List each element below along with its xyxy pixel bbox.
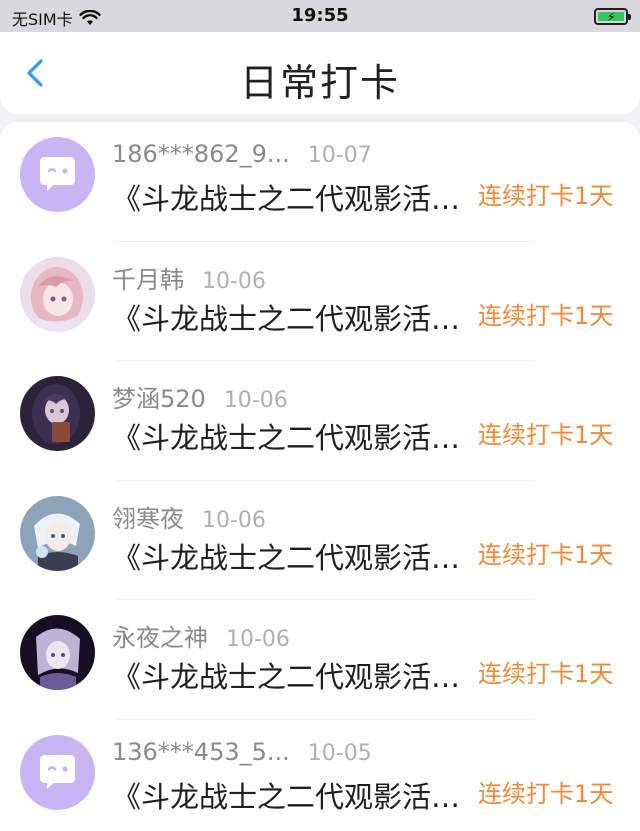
avatar[interactable] [20, 734, 95, 810]
avatar[interactable] [20, 256, 95, 332]
checkin-date: 10-06 [226, 627, 290, 652]
list-item[interactable]: 梦涵520 10-06 《斗龙战士之二代观影活动》 连续打卡1天 [0, 361, 640, 481]
status-bar: 无SIM卡 19:55 ⚡ [0, 0, 640, 32]
activity-title: 《斗龙战士之二代观影活动》 [112, 182, 474, 216]
clock: 19:55 [291, 5, 349, 26]
avatar[interactable] [20, 495, 95, 571]
activity-title: 《斗龙战士之二代观影活动》 [112, 540, 474, 575]
streak-badge: 连续打卡1天 [478, 779, 614, 808]
default-chat-avatar-icon [20, 137, 95, 212]
activity-title: 《斗龙战士之二代观影活动》 [112, 421, 474, 455]
user-name: 梦涵520 [112, 385, 206, 413]
list-item[interactable]: 千月韩 10-06 《斗龙战士之二代观影活动》 连续打卡1天 [0, 242, 640, 361]
streak-badge: 连续打卡1天 [478, 540, 614, 569]
user-name: 翎寒夜 [112, 504, 184, 533]
default-chat-avatar-icon [20, 734, 95, 810]
streak-badge: 连续打卡1天 [478, 182, 614, 210]
user-name: 千月韩 [112, 265, 184, 294]
avatar[interactable] [20, 615, 95, 690]
activity-title: 《斗龙战士之二代观影活动》 [112, 779, 474, 814]
page-title: 日常打卡 [239, 61, 400, 105]
checkin-date: 10-06 [202, 268, 266, 294]
list-item[interactable]: 翎寒夜 10-06 《斗龙战士之二代观影活动》 连续打卡1天 [0, 481, 640, 600]
charging-bolt-icon: ⚡ [607, 10, 616, 24]
list-item[interactable]: 186***862_9... 10-07 《斗龙战士之二代观影活动》 连续打卡1… [0, 122, 640, 242]
user-name: 136***453_5... [112, 737, 290, 766]
checkin-list: 186***862_9... 10-07 《斗龙战士之二代观影活动》 连续打卡1… [0, 122, 640, 831]
battery-icon: ⚡ [594, 8, 631, 25]
avatar[interactable] [20, 376, 95, 451]
activity-title: 《斗龙战士之二代观影活动》 [112, 301, 474, 336]
list-item[interactable]: 永夜之神 10-06 《斗龙战士之二代观影活动》 连续打卡1天 [0, 600, 640, 720]
anime-avatar-pink-icon [20, 256, 95, 332]
nav-bar: 日常打卡 [0, 32, 640, 114]
checkin-date: 10-06 [202, 507, 266, 533]
anime-avatar-white-icon [20, 495, 95, 571]
activity-title: 《斗龙战士之二代观影活动》 [112, 660, 474, 694]
anime-avatar-dark-icon [20, 376, 95, 451]
list-item[interactable]: 136***453_5... 10-05 《斗龙战士之二代观影活动》 连续打卡1… [0, 720, 640, 831]
checkin-date: 10-07 [307, 143, 372, 168]
user-name: 186***862_9... [112, 140, 290, 168]
streak-badge: 连续打卡1天 [478, 421, 614, 449]
anime-avatar-night-icon [20, 615, 95, 690]
checkin-date: 10-06 [223, 388, 288, 413]
checkin-date: 10-05 [307, 740, 372, 766]
streak-badge: 连续打卡1天 [478, 660, 614, 688]
avatar[interactable] [20, 137, 95, 212]
user-name: 永夜之神 [112, 624, 208, 652]
streak-badge: 连续打卡1天 [478, 301, 614, 330]
